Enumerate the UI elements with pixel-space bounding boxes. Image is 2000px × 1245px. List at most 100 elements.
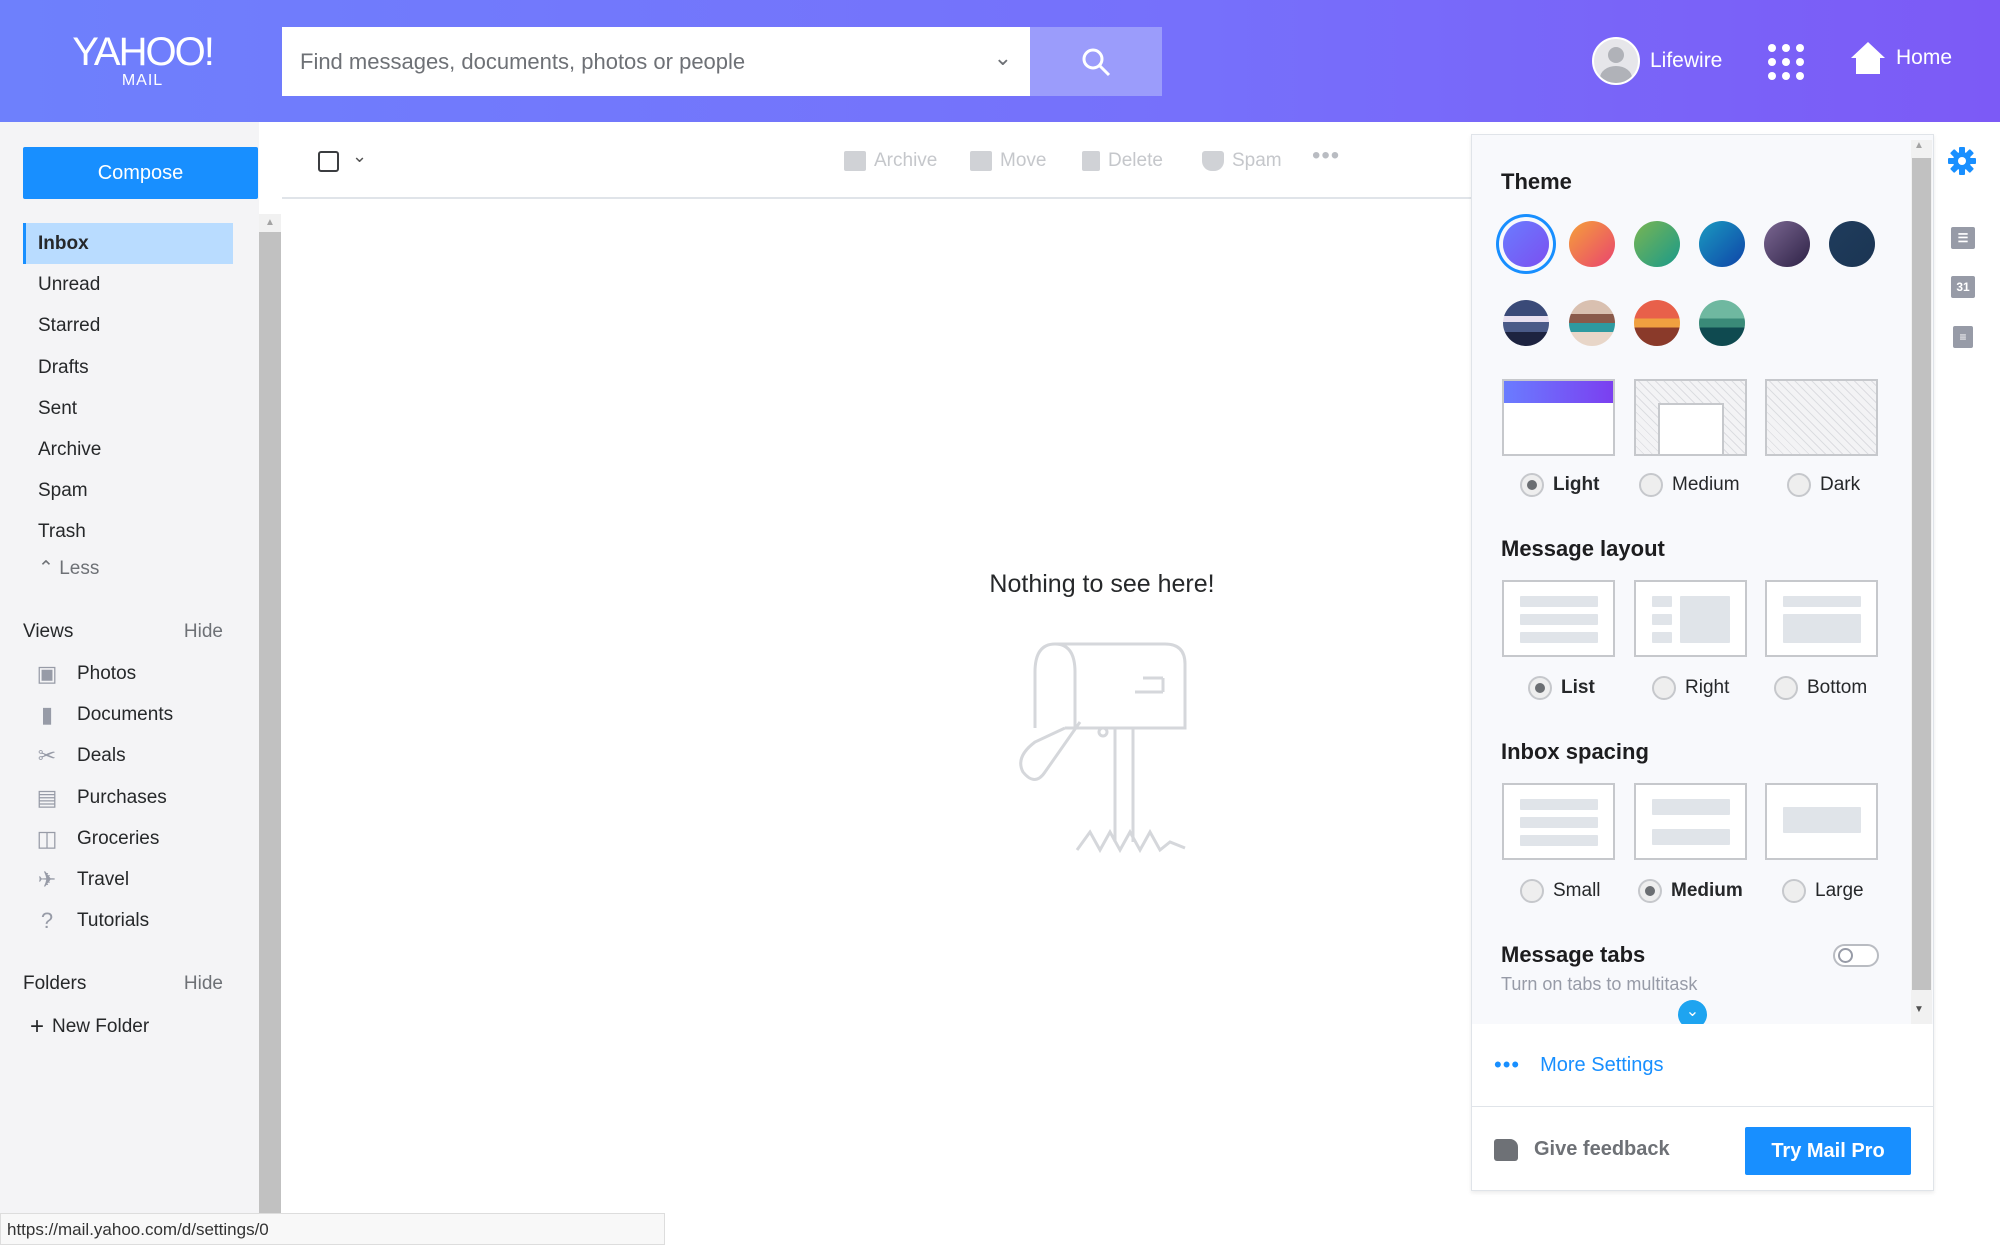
sidebar-view-purchases[interactable]: ▤ Purchases (35, 777, 167, 818)
theme-mode-radio-dark[interactable]: Dark (1787, 473, 1860, 497)
delete-button[interactable]: Delete (1082, 150, 1163, 172)
theme-color-swatch[interactable] (1764, 221, 1810, 267)
theme-image-sunset[interactable] (1634, 300, 1680, 346)
sidebar-item-drafts[interactable]: Drafts (23, 347, 233, 388)
more-actions-button[interactable]: ••• (1312, 142, 1340, 170)
theme-image-lake[interactable] (1699, 300, 1745, 346)
gear-icon[interactable] (1948, 147, 1976, 175)
spacing-radio-small[interactable]: Small (1520, 879, 1601, 903)
views-header: Views Hide (23, 621, 223, 643)
theme-image-mountains[interactable] (1503, 300, 1549, 346)
sidebar-view-photos[interactable]: ▣ Photos (35, 653, 137, 694)
document-icon: ▮ (40, 702, 54, 728)
message-tabs-toggle[interactable] (1833, 944, 1879, 967)
scissors-icon: ✂ (37, 743, 57, 769)
theme-color-swatch[interactable] (1569, 221, 1615, 267)
more-settings-link[interactable]: ••• More Settings (1494, 1052, 1664, 1078)
spacing-medium-preview[interactable] (1634, 783, 1747, 860)
move-button[interactable]: Move (970, 150, 1046, 172)
help-icon: ? (40, 908, 54, 934)
calendar-icon[interactable]: 31 (1951, 276, 1975, 298)
account-button[interactable]: Lifewire (1592, 37, 1722, 85)
theme-mode-dark-preview[interactable] (1765, 379, 1878, 456)
sidebar-view-tutorials[interactable]: ? Tutorials (35, 900, 149, 941)
give-feedback-link[interactable]: Give feedback (1494, 1138, 1670, 1161)
home-button[interactable]: Home (1850, 40, 1952, 76)
compose-button[interactable]: Compose (23, 147, 258, 199)
folders-hide-link[interactable]: Hide (184, 973, 223, 995)
archive-icon (844, 151, 866, 171)
empty-state-text: Nothing to see here! (989, 570, 1215, 598)
spacing-radio-medium[interactable]: Medium (1638, 879, 1743, 903)
notepad-icon[interactable]: ≡ (1953, 326, 1973, 348)
sidebar-item-archive[interactable]: Archive (23, 429, 233, 470)
radio-button[interactable] (1520, 473, 1544, 497)
theme-color-swatch[interactable] (1634, 221, 1680, 267)
spacing-large-preview[interactable] (1765, 783, 1878, 860)
archive-button[interactable]: Archive (844, 150, 937, 172)
layout-radio-bottom[interactable]: Bottom (1774, 676, 1867, 700)
layout-right-preview[interactable] (1634, 580, 1747, 657)
scroll-up-arrow[interactable]: ▲ (1914, 140, 1924, 151)
radio-button[interactable] (1639, 473, 1663, 497)
sidebar-item-sent[interactable]: Sent (23, 388, 233, 429)
try-mail-pro-button[interactable]: Try Mail Pro (1745, 1127, 1911, 1175)
search-button[interactable] (1030, 27, 1162, 96)
radio-button[interactable] (1638, 879, 1662, 903)
status-bar-url: https://mail.yahoo.com/d/settings/0 (0, 1213, 665, 1245)
chevron-down-icon[interactable]: ⌄ (994, 45, 1012, 71)
radio-button[interactable] (1652, 676, 1676, 700)
sidebar-view-documents[interactable]: ▮ Documents (35, 694, 173, 735)
sidebar-item-trash[interactable]: Trash (23, 511, 233, 552)
scroll-down-arrow[interactable]: ▼ (1914, 1004, 1924, 1015)
basket-icon: ◫ (36, 825, 58, 851)
sidebar-item-starred[interactable]: Starred (23, 305, 233, 346)
receipt-icon: ▤ (36, 784, 58, 810)
radio-button[interactable] (1520, 879, 1544, 903)
yahoo-mail-logo[interactable]: YAHOO! MAIL (70, 32, 215, 90)
chevron-down-icon[interactable]: ⌄ (352, 146, 367, 167)
select-all-checkbox[interactable] (318, 151, 339, 172)
layout-radio-list[interactable]: List (1528, 676, 1595, 700)
views-hide-link[interactable]: Hide (184, 621, 223, 643)
settings-scrollbar-thumb[interactable] (1912, 158, 1931, 990)
radio-button[interactable] (1787, 473, 1811, 497)
sidebar-item-inbox[interactable]: Inbox (23, 223, 233, 264)
sidebar-item-spam[interactable]: Spam (23, 470, 233, 511)
radio-button[interactable] (1528, 676, 1552, 700)
sidebar-view-deals[interactable]: ✂ Deals (35, 735, 126, 776)
layout-radio-right[interactable]: Right (1652, 676, 1729, 700)
contacts-icon[interactable]: ☰ (1951, 227, 1975, 249)
theme-mode-light-preview[interactable] (1502, 379, 1615, 456)
spam-button[interactable]: Spam (1202, 150, 1282, 172)
new-folder-button[interactable]: + New Folder (30, 1006, 149, 1047)
move-icon (970, 151, 992, 171)
home-icon (1851, 42, 1885, 74)
theme-color-swatch[interactable] (1699, 221, 1745, 267)
theme-mode-medium-preview[interactable] (1634, 379, 1747, 456)
plane-icon: ✈ (37, 867, 57, 892)
search-input[interactable] (282, 27, 962, 96)
sidebar-scrollbar[interactable] (259, 214, 281, 1214)
less-toggle[interactable]: ⌃ Less (23, 548, 233, 589)
chevron-up-icon: ⌃ (38, 557, 60, 579)
radio-button[interactable] (1782, 879, 1806, 903)
radio-button[interactable] (1774, 676, 1798, 700)
scroll-up-arrow[interactable]: ▲ (259, 214, 281, 232)
sidebar-view-travel[interactable]: ✈ Travel (35, 859, 129, 900)
spacing-radio-large[interactable]: Large (1782, 879, 1864, 903)
sidebar-item-unread[interactable]: Unread (23, 264, 233, 305)
apps-grid-icon[interactable] (1768, 44, 1804, 80)
mailbox-illustration (1019, 642, 1187, 854)
layout-list-preview[interactable] (1502, 580, 1615, 657)
sidebar-view-groceries[interactable]: ◫ Groceries (35, 818, 160, 859)
message-tabs-title: Message tabs (1501, 942, 1646, 967)
theme-image-camper[interactable] (1569, 300, 1615, 346)
theme-mode-radio-light[interactable]: Light (1520, 473, 1599, 497)
more-dots-icon: ••• (1494, 1052, 1521, 1077)
layout-bottom-preview[interactable] (1765, 580, 1878, 657)
theme-color-swatch[interactable] (1503, 221, 1549, 267)
spacing-small-preview[interactable] (1502, 783, 1615, 860)
theme-mode-radio-medium[interactable]: Medium (1639, 473, 1740, 497)
theme-color-swatch[interactable] (1829, 221, 1875, 267)
